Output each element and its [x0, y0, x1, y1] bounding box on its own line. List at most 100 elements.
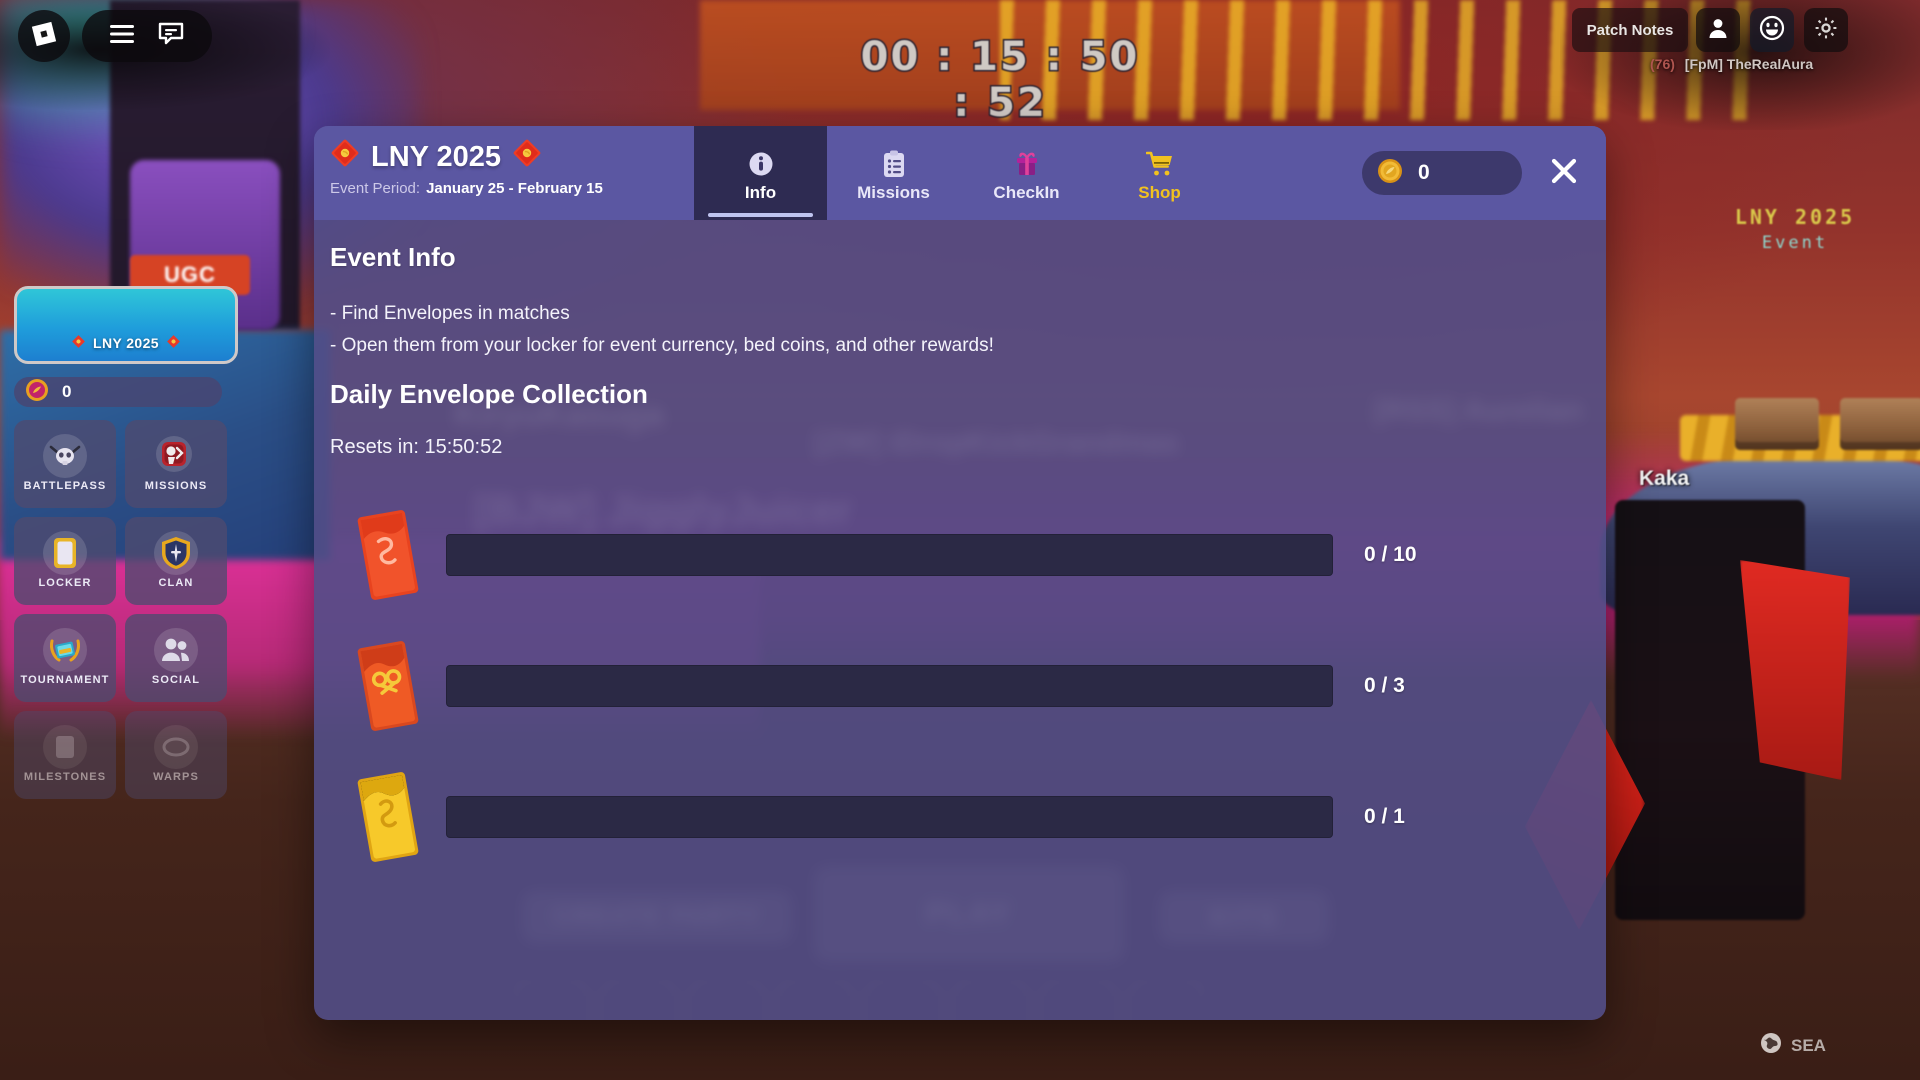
modal-title-row: LNY 2025	[330, 138, 694, 176]
lny-event-banner-button[interactable]: LNY 2025	[14, 286, 238, 364]
shopping-cart-icon	[1145, 149, 1174, 179]
world-event-sign-sub: Event	[1761, 233, 1829, 253]
self-player-nameplate: (76) [FpM] TheRealAura	[1650, 56, 1880, 72]
gear-icon	[1813, 15, 1839, 46]
player-list-button[interactable]	[1696, 8, 1740, 52]
daily-reset-timer: Resets in: 15:50:52	[330, 436, 503, 458]
gold-envelope-legendary-icon	[330, 769, 446, 865]
event-currency-value: 0	[62, 382, 72, 401]
nearby-player-nametag: Kaka	[1639, 467, 1690, 490]
emote-button[interactable]	[1750, 8, 1794, 52]
red-envelope-icon	[512, 138, 542, 176]
gift-box-icon	[1014, 149, 1040, 179]
info-circle-icon	[748, 149, 774, 179]
sidebar-item-milestones[interactable]: MILESTONES	[14, 711, 116, 799]
sidebar-item-warps[interactable]: WARPS	[125, 711, 227, 799]
clipboard-list-icon	[882, 149, 906, 179]
event-info-line: - Open them from your locker for event c…	[330, 335, 994, 356]
envelope-progress-count: 0 / 3	[1364, 673, 1405, 697]
sidebar-item-battlepass[interactable]: BATTLEPASS	[14, 420, 116, 508]
event-period-value: January 25 - February 15	[426, 180, 603, 197]
tab-info[interactable]: Info	[694, 126, 827, 220]
modal-header-right: 0	[1362, 126, 1606, 220]
tab-label-missions: Missions	[857, 183, 930, 202]
lny-event-banner-label: LNY 2025	[71, 334, 181, 352]
envelope-progress-bar	[446, 533, 1333, 576]
event-coin-value: 0	[1418, 161, 1430, 184]
sidebar-label-social: SOCIAL	[151, 674, 201, 686]
red-envelope-rare-icon	[330, 638, 446, 734]
envelope-progress-count: 0 / 1	[1364, 804, 1405, 828]
social-people-icon	[154, 628, 198, 672]
sidebar-label-milestones: MILESTONES	[23, 771, 107, 783]
person-icon	[1706, 16, 1730, 45]
event-info-heading: Event Info	[330, 242, 456, 272]
modal-title-block: LNY 2025 Event Period: January 25 - Febr…	[314, 126, 694, 220]
red-envelope-icon	[71, 334, 86, 352]
roblox-menu-group[interactable]	[82, 10, 212, 62]
envelope-progress-count: 0 / 10	[1364, 542, 1417, 566]
sidebar-item-missions[interactable]: MISSIONS	[125, 420, 227, 508]
sidebar-label-warps: WARPS	[153, 771, 199, 783]
region-label: SEA	[1791, 1035, 1826, 1055]
settings-button[interactable]	[1804, 8, 1848, 52]
lny-banner-text: LNY 2025	[93, 335, 159, 351]
tab-label-info: Info	[744, 183, 777, 202]
self-player-name: [FpM] TheRealAura	[1684, 56, 1814, 72]
sidebar-item-social[interactable]: SOCIAL	[125, 614, 227, 702]
red-envelope-icon	[330, 138, 360, 176]
left-game-menu: LNY 2025 0 BATTLEPASS MISSIONS LOCKER CL…	[14, 286, 238, 799]
modal-title: LNY 2025	[371, 140, 502, 173]
envelope-progress-row: 0 / 1	[330, 751, 1606, 882]
menu-tile-grid: BATTLEPASS MISSIONS LOCKER CLAN TOURNAME…	[14, 420, 238, 799]
background-chest	[1735, 398, 1819, 450]
tab-label-shop: Shop	[1138, 183, 1181, 202]
chat-bubble-icon[interactable]	[157, 22, 185, 51]
sidebar-label-clan: CLAN	[158, 577, 194, 589]
close-modal-button[interactable]	[1544, 153, 1584, 193]
sidebar-label-tournament: TOURNAMENT	[20, 674, 110, 686]
world-event-sign: LNY 2025 Event	[1690, 205, 1900, 253]
sidebar-label-missions: MISSIONS	[144, 480, 208, 492]
event-period-row: Event Period: January 25 - February 15	[330, 180, 694, 197]
globe-icon	[1760, 1032, 1782, 1059]
sidebar-item-clan[interactable]: CLAN	[125, 517, 227, 605]
tab-shop[interactable]: Shop	[1093, 126, 1226, 220]
patch-notes-label: Patch Notes	[1586, 21, 1674, 39]
modal-body: Event Info - Find Envelopes in matches -…	[314, 220, 1606, 1020]
envelope-progress-bar	[446, 795, 1333, 838]
event-coin-icon	[24, 377, 50, 408]
event-info-line: - Find Envelopes in matches	[330, 303, 570, 324]
red-envelope-common-icon	[330, 507, 446, 603]
self-player-level: (76)	[1650, 56, 1675, 72]
event-coin-balance: 0	[1362, 151, 1522, 195]
sidebar-item-locker[interactable]: LOCKER	[14, 517, 116, 605]
envelope-progress-row: 0 / 3	[330, 620, 1606, 751]
tournament-trophy-icon	[43, 628, 87, 672]
sidebar-item-tournament[interactable]: TOURNAMENT	[14, 614, 116, 702]
smiley-emote-icon	[1759, 15, 1785, 46]
envelope-progress-list: 0 / 10 0 / 3 0 / 1	[330, 489, 1606, 882]
region-indicator: SEA	[1760, 1032, 1826, 1059]
warps-icon	[154, 725, 198, 769]
roblox-logo-icon	[30, 20, 58, 53]
hamburger-menu-icon[interactable]	[109, 24, 135, 49]
missions-badge-icon	[154, 434, 198, 478]
close-x-icon	[1549, 156, 1579, 191]
red-envelope-icon	[166, 334, 181, 352]
tab-missions[interactable]: Missions	[827, 126, 960, 220]
gold-coin-icon	[1376, 157, 1404, 190]
milestones-icon	[43, 725, 87, 769]
daily-collection-heading: Daily Envelope Collection	[330, 379, 648, 409]
locker-card-icon	[43, 531, 87, 575]
lny-event-modal: KiryuKasuga [ZW] iDropKickGrandmas [RSS]…	[314, 126, 1606, 1020]
event-currency-bar: 0	[14, 377, 222, 407]
world-event-sign-title: LNY 2025	[1734, 205, 1856, 229]
envelope-progress-row: 0 / 10	[330, 489, 1606, 620]
background-chest	[1840, 398, 1920, 450]
tab-label-checkin: CheckIn	[993, 183, 1060, 202]
roblox-logo-button[interactable]	[18, 10, 70, 62]
sidebar-label-battlepass: BATTLEPASS	[23, 480, 107, 492]
tab-checkin[interactable]: CheckIn	[960, 126, 1093, 220]
patch-notes-button[interactable]: Patch Notes	[1572, 8, 1688, 52]
